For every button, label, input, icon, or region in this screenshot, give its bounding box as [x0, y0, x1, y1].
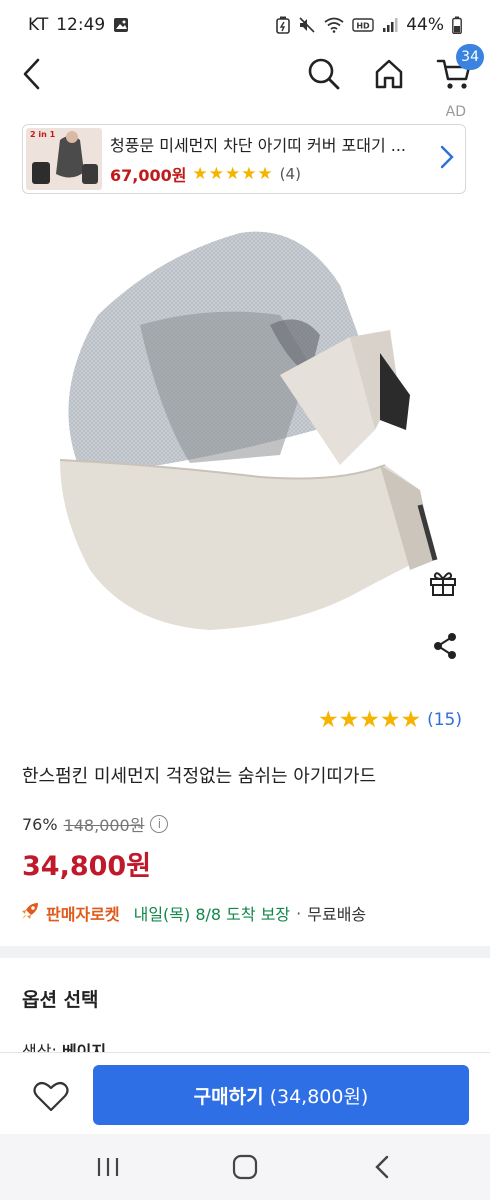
original-price: 148,000원 — [63, 816, 145, 835]
battery-saver-icon — [276, 16, 291, 34]
delivery-separator: · — [296, 903, 302, 923]
color-option-label: 색상: — [22, 1042, 57, 1052]
wishlist-button[interactable] — [28, 1073, 74, 1119]
mute-icon — [298, 16, 316, 34]
search-button[interactable] — [304, 54, 344, 94]
gift-button[interactable] — [425, 565, 461, 601]
delivery-date: 내일(목) 8/8 도착 보장 — [133, 905, 291, 924]
system-home-button[interactable] — [220, 1142, 270, 1192]
options-title: 옵션 선택 — [22, 989, 99, 1011]
product-image[interactable] — [40, 215, 460, 655]
hd-voice-icon: HD — [352, 17, 374, 33]
section-divider — [0, 946, 490, 958]
chevron-right-icon — [439, 144, 455, 174]
free-shipping-label: 무료배송 — [307, 905, 367, 924]
info-icon[interactable]: i — [150, 815, 169, 833]
cart-count-badge: 34 — [456, 44, 484, 70]
product-review-count[interactable]: (15) — [427, 710, 462, 730]
heart-icon — [33, 1081, 69, 1112]
gallery-icon — [113, 17, 129, 33]
color-option[interactable]: 색상: 베이지 — [22, 1038, 106, 1052]
purchase-bar: 구매하기 (34,800원) — [0, 1052, 490, 1134]
system-back-icon — [374, 1155, 388, 1179]
share-icon — [434, 633, 456, 659]
back-button[interactable] — [12, 54, 52, 94]
sponsored-product-banner[interactable]: 2 in 1 청풍문 미세먼지 차단 아기띠 커버 포대기 ... 67,000… — [22, 124, 466, 194]
svg-text:HD: HD — [357, 22, 371, 31]
delivery-info: 판매자로켓 내일(목) 8/8 도착 보장 · 무료배송 — [20, 901, 366, 925]
signal-icon — [382, 17, 398, 33]
gift-icon — [430, 572, 456, 596]
search-icon — [308, 58, 340, 90]
battery-icon — [452, 16, 462, 34]
product-star-rating: ★★★★★ — [317, 707, 422, 733]
wifi-icon — [324, 17, 344, 33]
battery-percent: 44% — [406, 15, 444, 35]
system-back-button[interactable] — [357, 1142, 407, 1192]
buy-button[interactable]: 구매하기 (34,800원) — [93, 1065, 469, 1125]
buy-button-price: (34,800원) — [269, 1085, 369, 1108]
ad-price: 67,000원 — [110, 166, 187, 185]
back-icon — [23, 58, 40, 90]
discount-rate: 76% — [22, 814, 58, 834]
carrier-label: KT — [28, 15, 49, 35]
home-icon — [375, 59, 403, 89]
home-button[interactable] — [369, 54, 409, 94]
system-navigation-bar — [0, 1134, 490, 1200]
sale-price: 34,800원 — [22, 851, 152, 882]
share-button[interactable] — [427, 628, 463, 664]
rocket-icon — [20, 901, 40, 925]
recent-apps-icon — [98, 1158, 119, 1176]
price-block: 76% 148,000원 i 34,800원 — [22, 812, 169, 883]
ad-star-rating: ★★★★★ — [192, 164, 274, 184]
seller-rocket-label: 판매자로켓 — [46, 905, 120, 924]
recent-apps-button[interactable] — [83, 1142, 133, 1192]
ad-product-thumbnail: 2 in 1 — [26, 128, 102, 190]
ad-label: AD — [445, 104, 466, 120]
ad-product-title: 청풍문 미세먼지 차단 아기띠 커버 포대기 ... — [110, 136, 407, 155]
product-rating[interactable]: ★★★★★ (15) — [318, 707, 462, 733]
cart-button[interactable]: 34 — [434, 44, 484, 94]
system-home-icon — [232, 1154, 258, 1180]
top-navigation: 34 — [0, 44, 490, 96]
clock: 12:49 — [56, 15, 106, 35]
buy-button-label: 구매하기 — [193, 1085, 264, 1108]
product-title: 한스펌킨 미세먼지 걱정없는 숨쉬는 아기띠가드 — [22, 766, 377, 787]
status-bar: KT 12:49 HD 44% — [0, 0, 490, 50]
color-option-value: 베이지 — [61, 1042, 107, 1052]
ad-review-count: (4) — [279, 165, 301, 183]
